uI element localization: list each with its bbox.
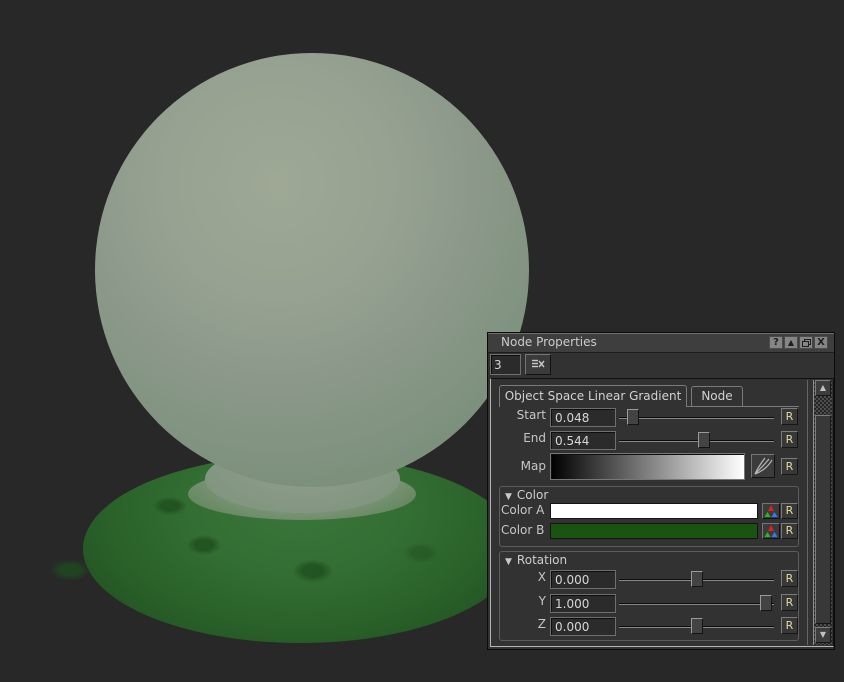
start-row: Start R	[491, 408, 833, 427]
close-button[interactable]: X	[814, 336, 828, 349]
slider-groove	[619, 417, 774, 418]
rotation-group-header[interactable]: ▼ Rotation	[505, 553, 567, 567]
base-dimple	[148, 494, 192, 518]
color-a-row: Color A R	[491, 503, 833, 522]
scrollbar[interactable]: ▲ ▼	[813, 380, 832, 645]
preview-sphere	[95, 53, 529, 487]
base-dimple	[287, 556, 339, 586]
color-picker-icon	[763, 524, 779, 538]
rotation-y-slider[interactable]	[619, 594, 774, 613]
scroll-up-button[interactable]: ▲	[815, 380, 831, 396]
base-dimple	[398, 540, 444, 566]
base-dimple	[182, 532, 226, 558]
close-icon: X	[817, 337, 825, 348]
rotation-y-reset-button[interactable]: R	[781, 594, 798, 611]
color-group-header[interactable]: ▼ Color	[505, 488, 548, 502]
scroll-up-icon: ▲	[820, 383, 826, 392]
node-index-input[interactable]	[490, 354, 521, 375]
node-properties-panel: Node Properties ? ▲ X Object Space	[487, 332, 835, 650]
help-button[interactable]: ?	[769, 336, 783, 349]
rotation-x-input[interactable]	[550, 570, 616, 589]
restore-button[interactable]	[799, 336, 813, 349]
color-a-label: Color A	[501, 503, 544, 517]
color-a-reset-button[interactable]: R	[781, 503, 798, 519]
end-reset-button[interactable]: R	[781, 431, 798, 448]
color-b-reset-button[interactable]: R	[781, 523, 798, 539]
expand-icon: ▲	[788, 338, 794, 347]
start-slider[interactable]	[619, 408, 774, 427]
titlebar-buttons: ? ▲ X	[769, 336, 828, 349]
panel-title: Node Properties	[501, 335, 597, 349]
color-a-swatch[interactable]	[550, 503, 758, 519]
start-label: Start	[491, 408, 546, 422]
expand-button[interactable]: ▲	[784, 336, 798, 349]
collapse-arrow-icon: ▼	[505, 492, 512, 502]
detach-icon	[530, 357, 546, 370]
color-b-picker-button[interactable]	[762, 523, 780, 539]
rotation-x-row: X R	[491, 570, 833, 589]
detach-button[interactable]	[525, 354, 551, 375]
envelope-curve-icon	[752, 455, 774, 477]
rotation-y-label: Y	[491, 594, 546, 608]
color-b-swatch[interactable]	[550, 523, 758, 539]
end-input[interactable]	[550, 431, 616, 450]
end-row: End R	[491, 431, 833, 450]
rotation-x-reset-button[interactable]: R	[781, 570, 798, 587]
scrollbar-thumb[interactable]	[815, 415, 831, 624]
rotation-x-slider-handle[interactable]	[691, 571, 703, 587]
map-label: Map	[491, 459, 546, 473]
slider-groove	[619, 603, 774, 604]
panel-scroll-area: Object Space Linear Gradient Node Start …	[490, 378, 834, 647]
rotation-x-slider[interactable]	[619, 570, 774, 589]
scroll-down-button[interactable]: ▼	[815, 627, 831, 643]
scroll-down-icon: ▼	[820, 630, 826, 639]
color-b-label: Color B	[501, 523, 544, 537]
rotation-group-title: Rotation	[517, 553, 567, 567]
rotation-y-slider-handle[interactable]	[760, 595, 772, 611]
collapse-arrow-icon: ▼	[505, 557, 512, 567]
end-label: End	[491, 431, 546, 445]
base-dimple	[44, 556, 96, 584]
start-reset-button[interactable]: R	[781, 408, 798, 425]
map-reset-button[interactable]: R	[781, 458, 798, 475]
color-picker-icon	[763, 504, 779, 518]
color-a-picker-button[interactable]	[762, 503, 780, 519]
rotation-z-reset-button[interactable]: R	[781, 617, 798, 634]
color-group-title: Color	[517, 488, 548, 502]
end-slider-handle[interactable]	[698, 432, 710, 448]
end-slider[interactable]	[619, 431, 774, 450]
gradient-edit-button[interactable]	[751, 454, 775, 478]
start-input[interactable]	[550, 408, 616, 427]
map-row: Map R	[491, 453, 833, 480]
rotation-y-row: Y R	[491, 594, 833, 613]
tab-object-space-linear-gradient[interactable]: Object Space Linear Gradient	[499, 385, 687, 407]
slider-groove	[619, 440, 774, 441]
color-b-row: Color B R	[491, 523, 833, 542]
tab-node[interactable]: Node	[691, 386, 743, 406]
restore-icon	[802, 339, 810, 346]
help-icon: ?	[773, 337, 779, 348]
rotation-y-input[interactable]	[550, 594, 616, 613]
gradient-map-strip[interactable]	[550, 453, 745, 480]
start-slider-handle[interactable]	[627, 409, 639, 425]
rotation-x-label: X	[491, 570, 546, 584]
rotation-z-label: Z	[491, 617, 546, 631]
rotation-z-slider-handle[interactable]	[691, 618, 703, 634]
rotation-z-slider[interactable]	[619, 617, 774, 636]
panel-titlebar[interactable]: Node Properties ? ▲ X	[488, 333, 834, 353]
rotation-z-row: Z R	[491, 617, 833, 636]
rotation-z-input[interactable]	[550, 617, 616, 636]
